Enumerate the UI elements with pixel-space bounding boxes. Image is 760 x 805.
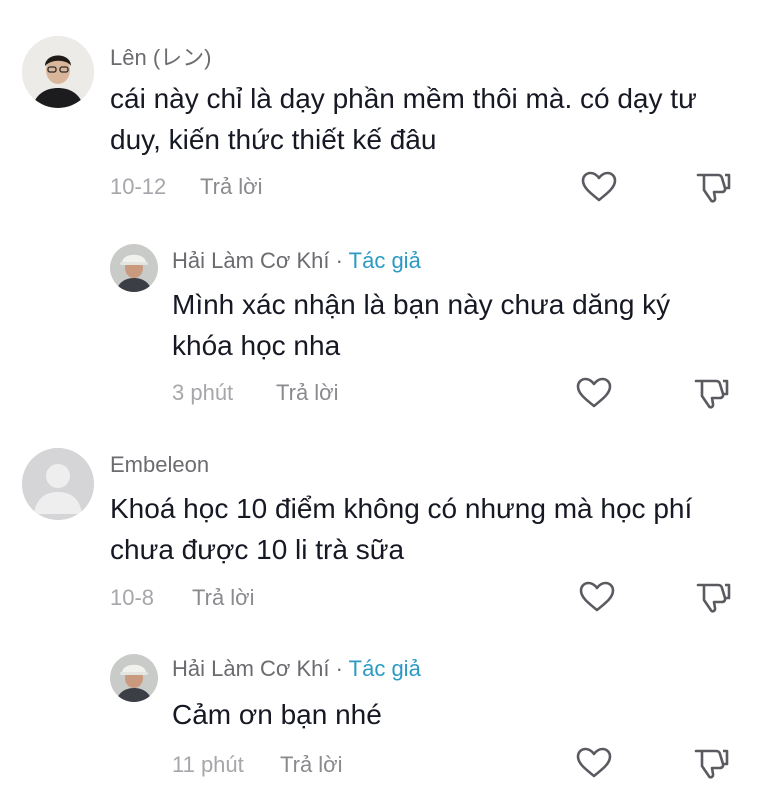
like-button[interactable] <box>575 376 613 410</box>
heart-outline-icon <box>576 747 612 778</box>
heart-outline-icon <box>576 377 612 408</box>
heart-outline-icon <box>581 171 617 202</box>
like-button[interactable] <box>575 746 613 780</box>
author-badge: Tác giả <box>348 248 421 273</box>
comment-text: cái này chỉ là dạy phần mềm thôi mà. có … <box>110 83 697 155</box>
comment-text: Cảm ơn bạn nhé <box>172 699 382 730</box>
username[interactable]: Hải Làm Cơ Khí · Tác giả <box>172 656 421 682</box>
separator: · <box>335 656 343 681</box>
like-button[interactable] <box>580 170 618 204</box>
comment-text: Khoá học 10 điểm không có nhưng mà học p… <box>110 493 693 565</box>
comment-time: 10-12 <box>110 174 167 199</box>
thumbs-down-outline-icon <box>694 749 729 779</box>
username[interactable]: Lên (レン) <box>110 40 211 72</box>
author-badge: Tác giả <box>348 656 421 681</box>
like-button[interactable] <box>578 580 616 614</box>
reply-button[interactable]: Trả lời <box>276 380 339 406</box>
comment-text: Mình xác nhận là bạn này chưa dăng ký kh… <box>172 289 671 361</box>
reply-button[interactable]: Trả lời <box>192 585 255 611</box>
comment-item: Embeleon Khoá học 10 điểm không có nhưng… <box>0 420 760 630</box>
thumbs-down-outline-icon <box>696 173 731 203</box>
author-name[interactable]: Hải Làm Cơ Khí <box>172 656 329 681</box>
reply-button[interactable]: Trả lời <box>200 174 263 200</box>
default-avatar-icon <box>22 448 94 520</box>
thumbs-down-outline-icon <box>696 583 731 613</box>
avatar[interactable] <box>22 448 94 520</box>
dislike-button[interactable] <box>692 746 730 780</box>
comment-time: 11 phút <box>172 752 244 777</box>
reply-comment-item: Hải Làm Cơ Khí · Tác giả Cảm ơn bạn nhé … <box>0 630 760 805</box>
avatar[interactable] <box>110 654 158 702</box>
dislike-button[interactable] <box>692 376 730 410</box>
username[interactable]: Hải Làm Cơ Khí · Tác giả <box>172 248 421 274</box>
dislike-button[interactable] <box>694 170 732 204</box>
comment-item: Lên (レン) cái này chỉ là dạy phần mềm thô… <box>0 0 760 220</box>
dislike-button[interactable] <box>694 580 732 614</box>
username[interactable]: Embeleon <box>110 452 209 478</box>
separator: · <box>335 248 343 273</box>
author-name[interactable]: Hải Làm Cơ Khí <box>172 248 329 273</box>
heart-outline-icon <box>579 581 615 612</box>
reply-comment-item: Hải Làm Cơ Khí · Tác giả Mình xác nhận l… <box>0 220 760 420</box>
comment-time: 3 phút <box>172 380 234 405</box>
comment-time: 10-8 <box>110 585 155 610</box>
reply-button[interactable]: Trả lời <box>280 752 343 778</box>
thumbs-down-outline-icon <box>694 379 729 409</box>
avatar[interactable] <box>110 244 158 292</box>
avatar[interactable] <box>22 36 94 108</box>
